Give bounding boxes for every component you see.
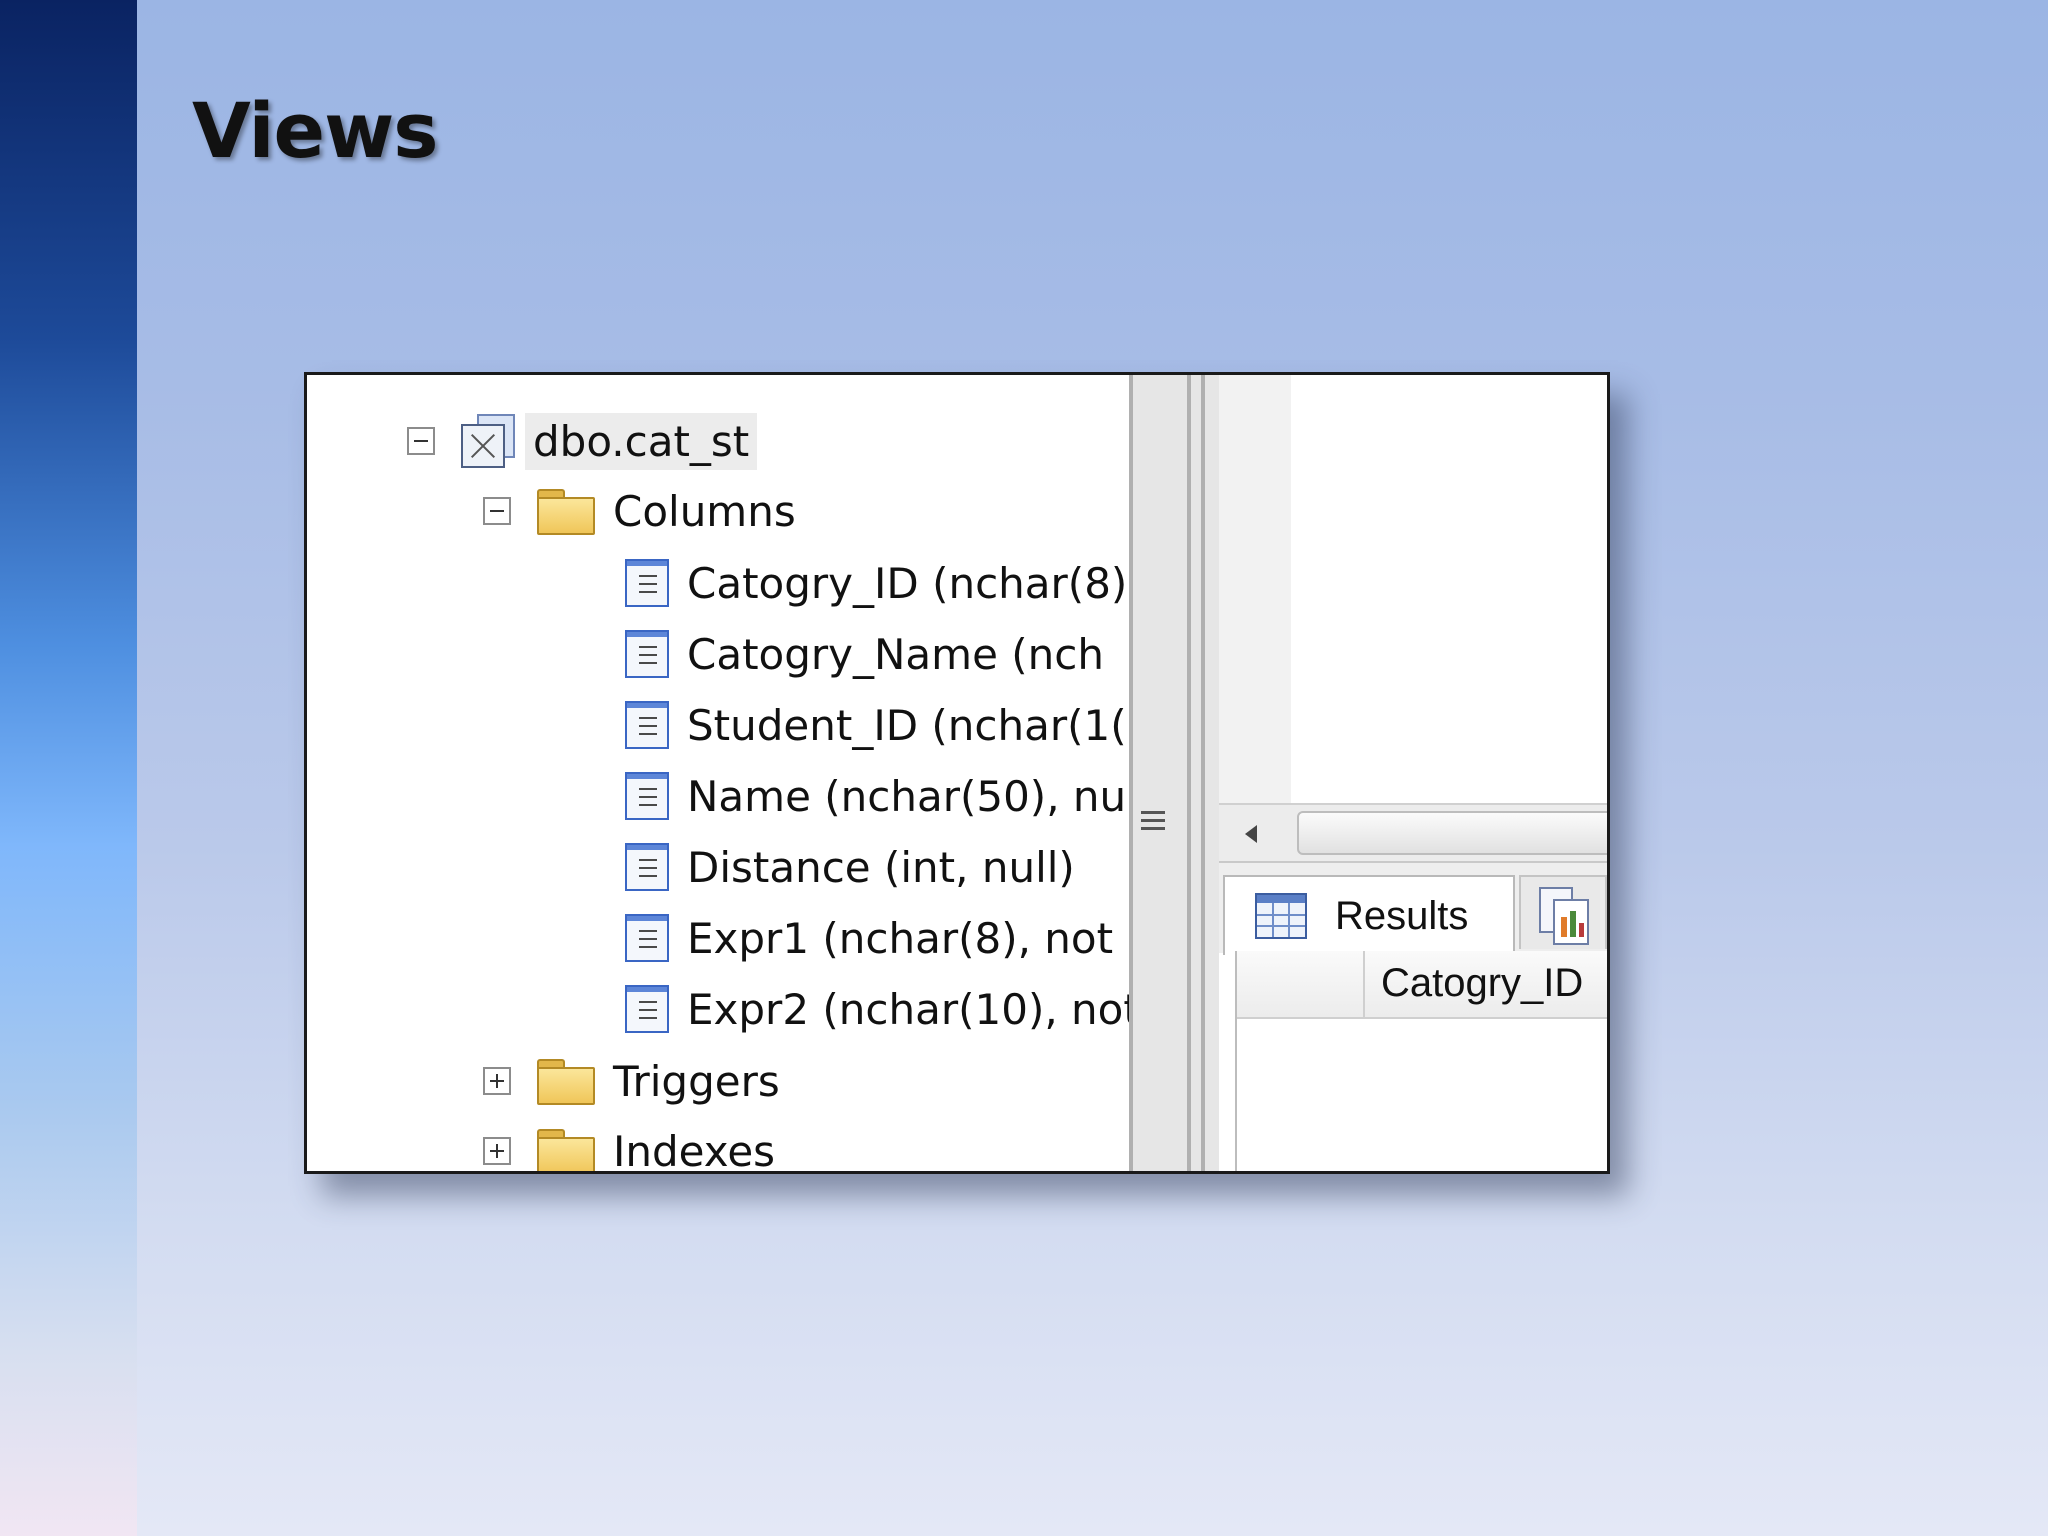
column-label: Distance (int, null) xyxy=(687,842,1075,892)
grid-column-header[interactable]: Catogry_ID xyxy=(1381,961,1583,1006)
column-label: Name (nchar(50), nu xyxy=(687,771,1127,821)
column-label: Student_ID (nchar(1( xyxy=(687,700,1127,750)
editor-gutter xyxy=(1219,375,1291,805)
splitter-edge xyxy=(1201,375,1205,1171)
tree-node-indexes[interactable]: Indexes xyxy=(483,1121,775,1171)
clipped-row xyxy=(407,375,497,381)
column-label: Expr2 (nchar(10), not xyxy=(687,984,1129,1034)
results-tabstrip: Results xyxy=(1219,861,1607,955)
messages-icon xyxy=(1539,887,1589,945)
column-icon xyxy=(625,701,669,749)
tree-node-column[interactable]: Name (nchar(50), nu xyxy=(625,766,1126,826)
query-results-pane: Results Catogry_ID xyxy=(1219,375,1607,1171)
tree-node-view[interactable]: dbo.cat_st xyxy=(407,411,758,471)
splitter-edge xyxy=(1129,375,1133,1171)
splitter-grip-icon[interactable] xyxy=(1141,811,1165,841)
tree-node-column[interactable]: Distance (int, null) xyxy=(625,837,1075,897)
view-icon xyxy=(461,414,515,468)
expand-icon[interactable] xyxy=(483,1067,511,1095)
tree-node-column[interactable]: Student_ID (nchar(1( xyxy=(625,695,1127,755)
tree-node-column[interactable]: Catogry_Name (nch xyxy=(625,624,1104,684)
slide-left-accent-bar xyxy=(0,0,137,1536)
expand-icon[interactable] xyxy=(483,1137,511,1165)
columns-folder-label: Columns xyxy=(613,486,796,536)
column-label: Expr1 (nchar(8), not xyxy=(687,913,1114,963)
object-explorer-tree[interactable]: dbo.cat_st Columns Catogry_ID (nchar(8) … xyxy=(307,375,1129,1171)
tab-messages[interactable] xyxy=(1519,875,1607,949)
tab-results-label: Results xyxy=(1335,893,1469,938)
folder-icon xyxy=(537,1129,595,1171)
tree-node-triggers[interactable]: Triggers xyxy=(483,1051,780,1111)
grid-row-header[interactable] xyxy=(1237,951,1365,1017)
column-icon xyxy=(625,985,669,1033)
column-icon xyxy=(625,843,669,891)
collapse-icon[interactable] xyxy=(407,427,435,455)
tree-node-column[interactable]: Expr2 (nchar(10), not xyxy=(625,979,1129,1039)
column-icon xyxy=(625,559,669,607)
column-icon xyxy=(625,630,669,678)
results-grid[interactable]: Catogry_ID xyxy=(1235,951,1607,1171)
ssms-screenshot: dbo.cat_st Columns Catogry_ID (nchar(8) … xyxy=(304,372,1610,1174)
triggers-folder-label: Triggers xyxy=(613,1056,780,1106)
folder-icon xyxy=(537,489,595,535)
folder-icon xyxy=(537,1059,595,1105)
column-icon xyxy=(625,772,669,820)
tree-node-columns[interactable]: Columns xyxy=(483,481,796,541)
grid-icon xyxy=(1255,893,1307,939)
pane-splitter[interactable] xyxy=(1129,375,1219,1171)
column-label: Catogry_Name (nch xyxy=(687,629,1104,679)
slide-title: Views xyxy=(192,86,439,175)
tree-node-column[interactable]: Catogry_ID (nchar(8) xyxy=(625,553,1127,613)
view-node-label: dbo.cat_st xyxy=(525,412,758,470)
grid-header: Catogry_ID xyxy=(1237,951,1607,1019)
horizontal-scrollbar[interactable] xyxy=(1219,803,1607,863)
scrollbar-thumb[interactable] xyxy=(1297,811,1607,855)
indexes-folder-label: Indexes xyxy=(613,1126,776,1172)
tab-results[interactable]: Results xyxy=(1223,875,1515,955)
splitter-edge xyxy=(1187,375,1191,1171)
tree-node-column[interactable]: Expr1 (nchar(8), not xyxy=(625,908,1113,968)
column-icon xyxy=(625,914,669,962)
collapse-icon[interactable] xyxy=(483,497,511,525)
scroll-left-icon[interactable] xyxy=(1245,825,1257,843)
column-label: Catogry_ID (nchar(8) xyxy=(687,558,1128,608)
